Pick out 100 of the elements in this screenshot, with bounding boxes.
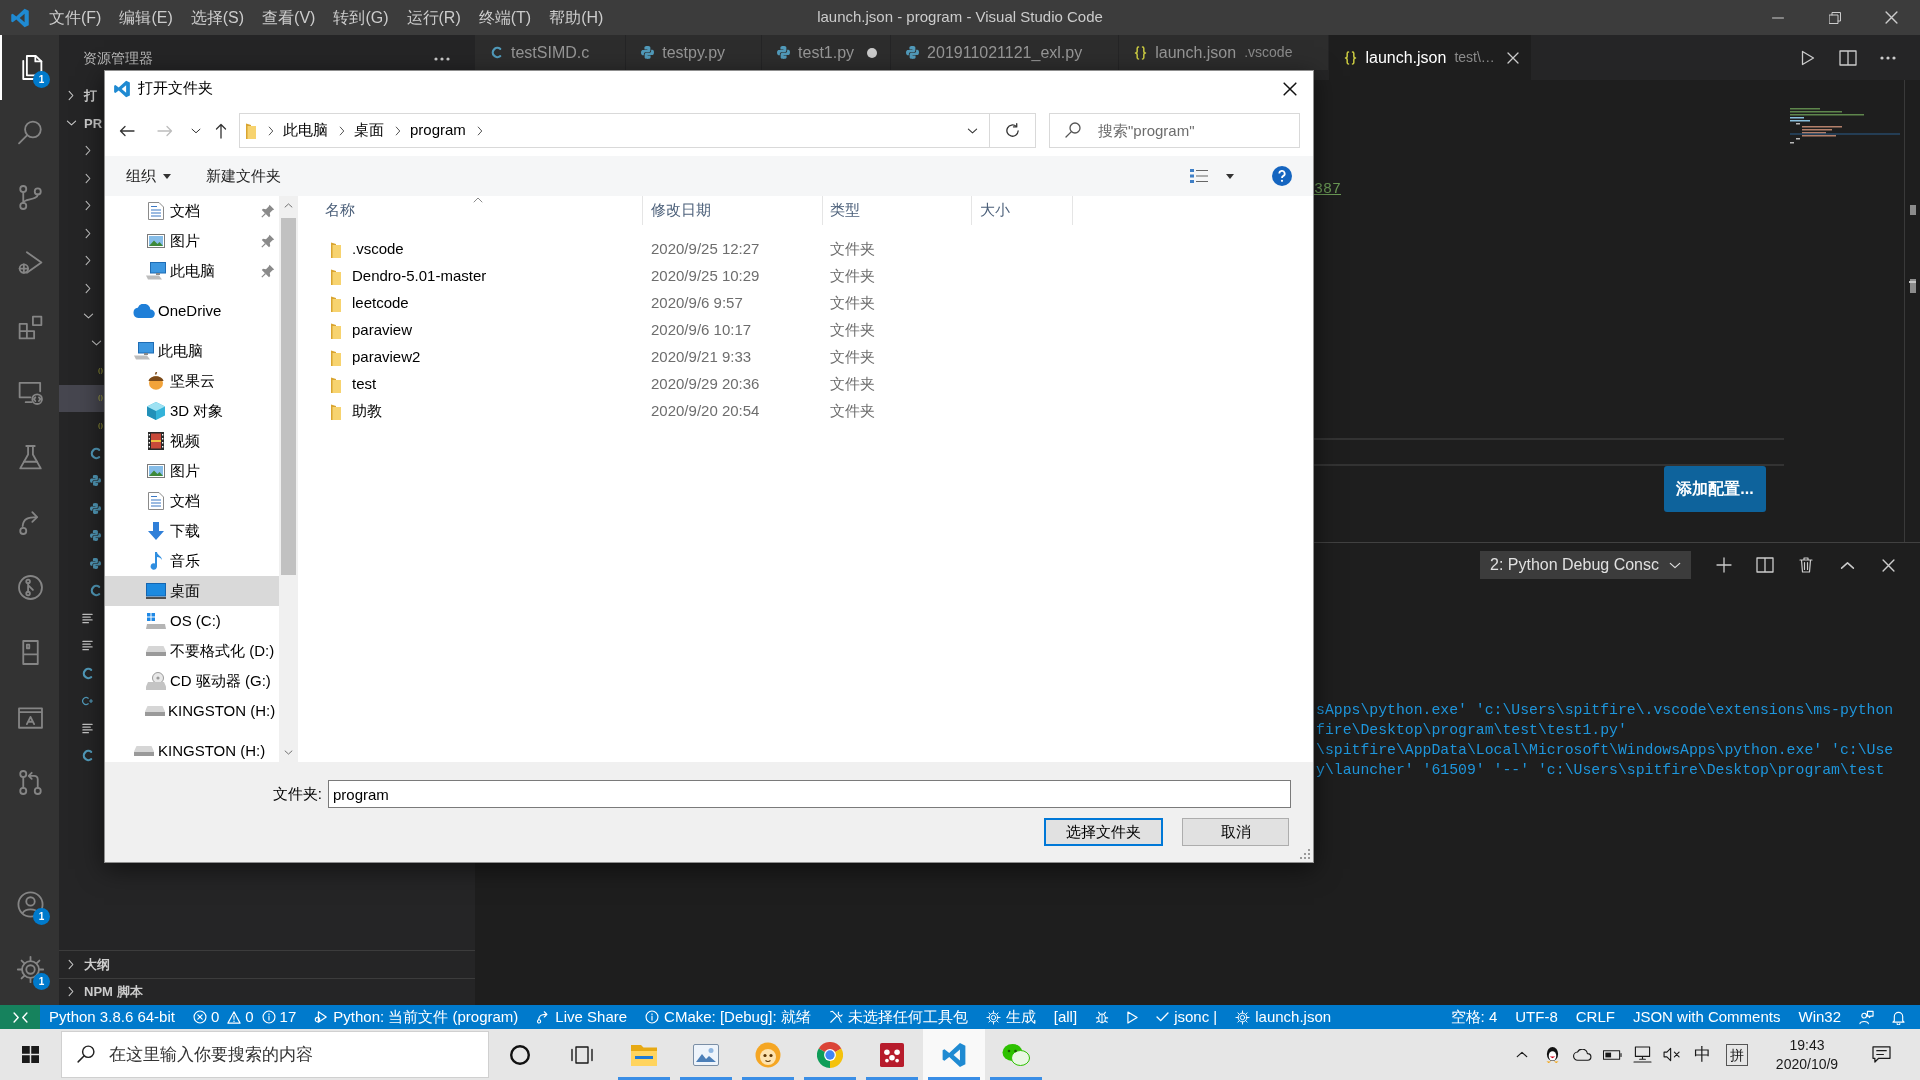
activity-bar-button[interactable]: 1 xyxy=(0,937,59,1002)
menu-item[interactable]: 终端(T) xyxy=(469,0,541,35)
nav-item[interactable]: 3D 对象 xyxy=(105,396,279,426)
computer-icon xyxy=(134,342,154,360)
editor-tab[interactable]: 201911021121_exl.py xyxy=(891,35,1120,70)
file-name[interactable]: .vscode xyxy=(352,238,404,261)
menu-item[interactable]: 编辑(E) xyxy=(110,0,182,35)
help-button[interactable] xyxy=(1272,166,1292,186)
editor-tab[interactable]: testpy.py xyxy=(626,35,763,70)
breadcrumb-item[interactable]: 桌面 xyxy=(354,119,384,142)
status-bar-item[interactable]: CRLF xyxy=(1566,1005,1624,1029)
search-field[interactable]: 在这里输入你要搜索的内容 xyxy=(61,1031,489,1078)
menu-item[interactable]: 帮助(H) xyxy=(540,0,613,35)
breadcrumb-item[interactable]: program xyxy=(410,119,466,142)
computer-icon xyxy=(146,262,166,280)
file-name[interactable]: paraview2 xyxy=(352,346,421,369)
menu-button[interactable]: 组织 xyxy=(126,164,171,188)
nav-item[interactable]: 视频 xyxy=(105,426,279,456)
file-name[interactable]: Dendro-5.01-master xyxy=(352,265,487,288)
nav-item[interactable]: 音乐 xyxy=(105,546,279,576)
menu-item[interactable]: 运行(R) xyxy=(397,0,470,35)
status-bar-item[interactable]: 空格: 4 xyxy=(1441,1005,1507,1029)
file-type: 文件夹 xyxy=(830,239,875,260)
view-options-button[interactable] xyxy=(1190,169,1234,183)
nav-item[interactable]: 图片 xyxy=(105,456,279,486)
nav-item[interactable]: 坚果云 xyxy=(105,366,279,396)
status-bar-item[interactable]: jsonc | xyxy=(1147,1005,1227,1029)
desktop-icon xyxy=(146,583,166,599)
status-bar-item[interactable]: Python: 当前文件 (program) xyxy=(305,1005,528,1029)
nav-item[interactable]: OneDrive xyxy=(105,296,279,326)
address-bar[interactable]: 此电脑 桌面 program xyxy=(239,113,990,148)
status-bar-item[interactable]: Python 3.8.6 64-bit xyxy=(40,1005,184,1029)
file-date: 2020/9/25 10:29 xyxy=(651,266,760,287)
nav-item[interactable]: 文档 xyxy=(105,486,279,516)
status-bar-item[interactable]: CMake: [Debug]: 就绪 xyxy=(636,1005,820,1029)
nav-item[interactable]: 桌面 xyxy=(105,576,279,606)
nav-item[interactable]: CD 驱动器 (G:) xyxy=(105,666,279,696)
status-bar-item[interactable] xyxy=(0,1005,40,1029)
status-bar-item[interactable]: Live Share xyxy=(527,1005,637,1029)
editor-tab[interactable]: testSIMD.c xyxy=(475,35,627,70)
cancel-button[interactable]: 取消 xyxy=(1182,818,1289,846)
status-bar-item[interactable]: JSON with Comments xyxy=(1623,1005,1790,1029)
add-configuration-button[interactable]: 添加配置... xyxy=(1664,466,1766,512)
file-name[interactable]: leetcode xyxy=(352,292,409,315)
nav-item[interactable]: OS (C:) xyxy=(105,606,279,636)
clock-time: 19:43 xyxy=(1789,1035,1825,1055)
folder-name-field[interactable]: program xyxy=(328,780,1291,808)
nav-item[interactable]: 此电脑 xyxy=(105,256,279,286)
python-file-icon xyxy=(90,529,101,543)
file-type: 文件夹 xyxy=(830,374,875,395)
column-header[interactable]: 大小 xyxy=(972,196,1073,225)
section-header[interactable]: 打 xyxy=(59,82,97,110)
python-file-icon xyxy=(90,474,101,488)
terminal-selector[interactable]: 2: Python Debug Consc xyxy=(1480,551,1691,579)
input-mode-button[interactable]: 中 xyxy=(1687,1029,1717,1080)
select-folder-button[interactable]: 选择文件夹 xyxy=(1044,818,1163,846)
nav-item[interactable]: 此电脑 xyxy=(105,336,279,366)
toolbar-button[interactable]: 新建文件夹 xyxy=(206,164,281,188)
menu-item[interactable]: 转到(G) xyxy=(324,0,398,35)
field-label: 文件夹: xyxy=(272,783,322,804)
status-bar-item[interactable]: [all] xyxy=(1044,1005,1087,1029)
status-bar-item[interactable]: UTF-8 xyxy=(1506,1005,1567,1029)
drive-icon xyxy=(134,746,154,756)
menu-item[interactable]: 查看(V) xyxy=(253,0,325,35)
file-name[interactable]: 助教 xyxy=(352,400,382,423)
nav-item[interactable]: 不要格式化 (D:) xyxy=(105,636,279,666)
scrollbar-thumb[interactable] xyxy=(281,218,296,575)
nav-item[interactable]: KINGSTON (H:) xyxy=(105,696,279,726)
problems-button[interactable]: 0 0 17 xyxy=(183,1005,306,1029)
close-icon[interactable] xyxy=(1506,51,1519,64)
close-icon xyxy=(1283,81,1297,96)
status-bar-item[interactable]: launch.json xyxy=(1226,1005,1341,1029)
nav-item[interactable]: 文档 xyxy=(105,196,279,226)
file-name[interactable]: paraview xyxy=(352,319,413,342)
window-title: launch.json - program - Visual Studio Code xyxy=(817,7,1103,28)
menu-item[interactable]: 选择(S) xyxy=(181,0,254,35)
error-icon xyxy=(192,1010,207,1024)
acorn-icon xyxy=(147,372,165,390)
section-header[interactable]: PR xyxy=(59,109,103,137)
nav-item[interactable]: 图片 xyxy=(105,226,279,256)
refresh-button[interactable] xyxy=(990,113,1036,148)
ime-mode-button[interactable]: 拼 xyxy=(1726,1043,1748,1066)
clock-date: 2020/10/9 xyxy=(1775,1054,1839,1074)
editor-tab[interactable]: launch.json .vscode xyxy=(1119,35,1330,70)
section-header[interactable]: 大纲 xyxy=(59,951,110,978)
section-header[interactable]: NPM 脚本 xyxy=(59,978,143,1005)
status-bar-item[interactable]: 生成 xyxy=(976,1005,1045,1029)
editor-tab[interactable]: test1.py xyxy=(762,35,892,70)
status-bar-item[interactable]: Win32 xyxy=(1789,1005,1850,1029)
search-field[interactable]: 搜索"program" xyxy=(1049,113,1300,148)
column-header[interactable]: 名称 xyxy=(313,196,643,225)
taskbar-app-button[interactable] xyxy=(923,1029,985,1080)
nav-item[interactable]: 下载 xyxy=(105,516,279,546)
breadcrumb-item[interactable]: 此电脑 xyxy=(283,119,328,142)
activity-bar-button[interactable]: 1 xyxy=(0,872,59,937)
column-header[interactable]: 类型 xyxy=(823,196,972,225)
status-bar-item[interactable]: 未选择任何工具包 xyxy=(819,1005,977,1029)
column-header[interactable]: 修改日期 xyxy=(643,196,823,225)
file-name[interactable]: test xyxy=(352,373,377,396)
menu-item[interactable]: 文件(F) xyxy=(40,0,111,35)
